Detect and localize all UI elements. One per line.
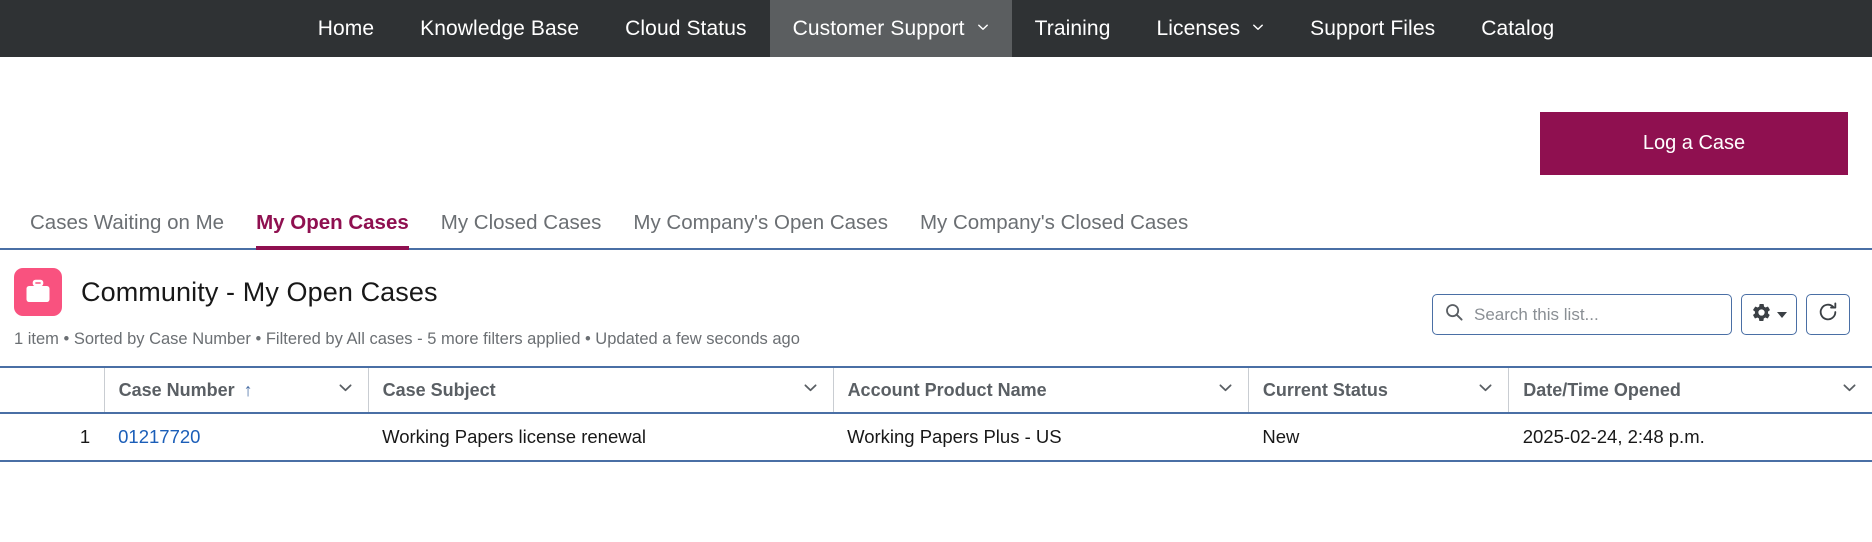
chevron-down-icon	[976, 20, 989, 33]
cases-table: Case Number ↑ Case Subject Account Product …	[0, 366, 1872, 462]
nav-item-licenses[interactable]: Licenses	[1133, 0, 1287, 57]
nav-item-knowledge-base[interactable]: Knowledge Base	[397, 0, 602, 57]
column-header-date-time-opened[interactable]: Date/Time Opened	[1509, 367, 1872, 413]
nav-item-label: Catalog	[1481, 17, 1554, 41]
tab-my-company-s-open-cases[interactable]: My Company's Open Cases	[617, 211, 904, 248]
column-header-label: Account Product Name	[848, 380, 1047, 401]
search-icon	[1445, 303, 1463, 326]
account-product-name-cell: Working Papers Plus - US	[833, 413, 1248, 461]
tab-my-open-cases[interactable]: My Open Cases	[240, 211, 425, 248]
page-title: Community - My Open Cases	[81, 277, 438, 308]
tab-cases-waiting-on-me[interactable]: Cases Waiting on Me	[14, 211, 240, 248]
case-number-cell: 01217720	[104, 413, 368, 461]
page-action-bar: Log a Case	[0, 57, 1872, 195]
tab-my-closed-cases[interactable]: My Closed Cases	[425, 211, 618, 248]
case-number-link[interactable]: 01217720	[118, 426, 200, 447]
row-number-cell: 1	[0, 413, 104, 461]
nav-item-home[interactable]: Home	[295, 0, 397, 57]
nav-item-customer-support[interactable]: Customer Support	[770, 0, 1012, 57]
refresh-list-button[interactable]	[1806, 294, 1850, 335]
chevron-down-icon[interactable]	[1477, 379, 1494, 401]
nav-item-label: Customer Support	[793, 17, 965, 41]
column-header-label: Date/Time Opened	[1523, 380, 1681, 401]
column-header-case-subject[interactable]: Case Subject	[368, 367, 833, 413]
chevron-down-icon[interactable]	[337, 379, 354, 401]
nav-item-label: Knowledge Base	[420, 17, 579, 41]
case-subject-cell: Working Papers license renewal	[368, 413, 833, 461]
table-header-row: Case Number ↑ Case Subject Account Product …	[0, 367, 1872, 413]
column-header-current-status[interactable]: Current Status	[1248, 367, 1508, 413]
date-time-opened-cell: 2025-02-24, 2:48 p.m.	[1509, 413, 1872, 461]
sort-ascending-icon[interactable]: ↑	[244, 381, 253, 399]
column-header-label: Current Status	[1263, 380, 1388, 401]
nav-item-training[interactable]: Training	[1012, 0, 1134, 57]
nav-item-cloud-status[interactable]: Cloud Status	[602, 0, 769, 57]
nav-item-label: Home	[318, 17, 374, 41]
gear-icon	[1751, 302, 1772, 328]
column-header-account-product-name[interactable]: Account Product Name	[833, 367, 1248, 413]
case-list-tabs: Cases Waiting on MeMy Open CasesMy Close…	[0, 195, 1872, 250]
chevron-down-icon[interactable]	[1217, 379, 1234, 401]
table-row[interactable]: 1 01217720 Working Papers license renewalW…	[0, 413, 1872, 461]
nav-item-label: Support Files	[1310, 17, 1435, 41]
nav-item-label: Licenses	[1156, 17, 1240, 41]
list-settings-button[interactable]	[1741, 294, 1797, 335]
chevron-down-icon[interactable]	[1841, 379, 1858, 401]
main-navigation-bar: Home Knowledge Base Cloud Status Customer S…	[0, 0, 1872, 57]
table-header: Case Number ↑ Case Subject Account Product …	[0, 367, 1872, 413]
nav-item-support-files[interactable]: Support Files	[1287, 0, 1458, 57]
column-header-label: Case Number	[119, 380, 235, 401]
list-view-header: Community - My Open Cases 1 item • Sorte…	[0, 250, 1872, 366]
nav-item-label: Cloud Status	[625, 17, 746, 41]
column-header-label: Case Subject	[383, 380, 496, 401]
table-body: 1 01217720 Working Papers license renewalW…	[0, 413, 1872, 461]
list-controls	[1432, 294, 1850, 335]
log-a-case-button[interactable]: Log a Case	[1540, 112, 1848, 175]
nav-item-catalog[interactable]: Catalog	[1458, 0, 1577, 57]
search-input[interactable]	[1474, 305, 1719, 325]
search-list-box[interactable]	[1432, 294, 1732, 335]
nav-item-label: Training	[1035, 17, 1111, 41]
refresh-icon	[1817, 301, 1839, 328]
current-status-cell: New	[1248, 413, 1508, 461]
tab-my-company-s-closed-cases[interactable]: My Company's Closed Cases	[904, 211, 1204, 248]
chevron-down-icon	[1251, 20, 1264, 33]
chevron-down-icon[interactable]	[802, 379, 819, 401]
briefcase-icon	[14, 268, 62, 316]
chevron-down-icon	[1777, 312, 1787, 318]
column-header-case-number[interactable]: Case Number ↑	[104, 367, 368, 413]
column-header-row-number	[0, 367, 104, 413]
